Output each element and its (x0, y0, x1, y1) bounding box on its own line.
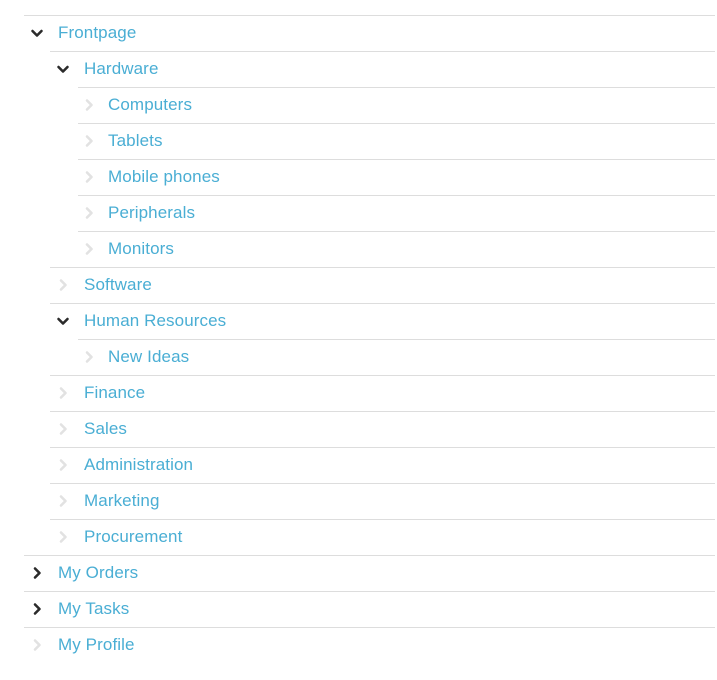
tree-item-label[interactable]: My Orders (58, 555, 138, 591)
chevron-right-icon[interactable] (80, 231, 98, 267)
row-divider (78, 123, 715, 124)
chevron-right-icon[interactable] (28, 591, 46, 627)
chevron-right-icon[interactable] (80, 87, 98, 123)
chevron-right-icon[interactable] (54, 375, 72, 411)
tree-row[interactable]: Monitors (0, 231, 717, 267)
chevron-down-icon[interactable] (54, 51, 72, 87)
chevron-down-icon[interactable] (54, 303, 72, 339)
tree-row[interactable]: My Profile (0, 627, 717, 663)
tree-row[interactable]: Marketing (0, 483, 717, 519)
row-divider (50, 411, 715, 412)
tree-row[interactable]: Software (0, 267, 717, 303)
tree-item-label[interactable]: Marketing (84, 483, 160, 519)
tree-row[interactable]: Administration (0, 447, 717, 483)
tree-item-label[interactable]: Hardware (84, 51, 159, 87)
tree-item-label[interactable]: Sales (84, 411, 127, 447)
chevron-right-icon[interactable] (54, 519, 72, 555)
tree-item-label[interactable]: My Profile (58, 627, 135, 663)
chevron-right-icon[interactable] (28, 555, 46, 591)
chevron-right-icon[interactable] (80, 159, 98, 195)
tree-item-label[interactable]: Mobile phones (108, 159, 220, 195)
tree-row[interactable]: Sales (0, 411, 717, 447)
chevron-right-icon[interactable] (54, 267, 72, 303)
tree-row[interactable]: Computers (0, 87, 717, 123)
navigation-accordion: Frontpage Hardware Computers Tablets Mobile … (0, 0, 717, 663)
tree-row[interactable]: Mobile phones (0, 159, 717, 195)
tree-row[interactable]: My Tasks (0, 591, 717, 627)
tree-row[interactable]: Hardware (0, 51, 717, 87)
chevron-right-icon[interactable] (80, 195, 98, 231)
chevron-down-icon[interactable] (28, 15, 46, 51)
tree-row[interactable]: Tablets (0, 123, 717, 159)
tree-item-label[interactable]: Monitors (108, 231, 174, 267)
chevron-right-icon[interactable] (80, 339, 98, 375)
tree-row[interactable]: Procurement (0, 519, 717, 555)
tree-row[interactable]: Human Resources (0, 303, 717, 339)
tree-row[interactable]: My Orders (0, 555, 717, 591)
chevron-right-icon[interactable] (54, 411, 72, 447)
tree-item-label[interactable]: Procurement (84, 519, 182, 555)
tree-row[interactable]: Finance (0, 375, 717, 411)
tree-row[interactable]: Peripherals (0, 195, 717, 231)
tree-item-label[interactable]: Human Resources (84, 303, 226, 339)
chevron-right-icon[interactable] (80, 123, 98, 159)
chevron-right-icon[interactable] (54, 447, 72, 483)
tree-row[interactable]: Frontpage (0, 15, 717, 51)
row-divider (50, 375, 715, 376)
tree-item-label[interactable]: Peripherals (108, 195, 195, 231)
tree-item-label[interactable]: Computers (108, 87, 192, 123)
chevron-right-icon[interactable] (28, 627, 46, 663)
tree-item-label[interactable]: Software (84, 267, 152, 303)
tree-row[interactable]: New Ideas (0, 339, 717, 375)
chevron-right-icon[interactable] (54, 483, 72, 519)
tree-item-label[interactable]: Frontpage (58, 15, 136, 51)
tree-item-label[interactable]: My Tasks (58, 591, 129, 627)
tree-item-label[interactable]: Finance (84, 375, 145, 411)
tree-item-label[interactable]: Tablets (108, 123, 163, 159)
tree-item-label[interactable]: New Ideas (108, 339, 189, 375)
tree-item-label[interactable]: Administration (84, 447, 193, 483)
